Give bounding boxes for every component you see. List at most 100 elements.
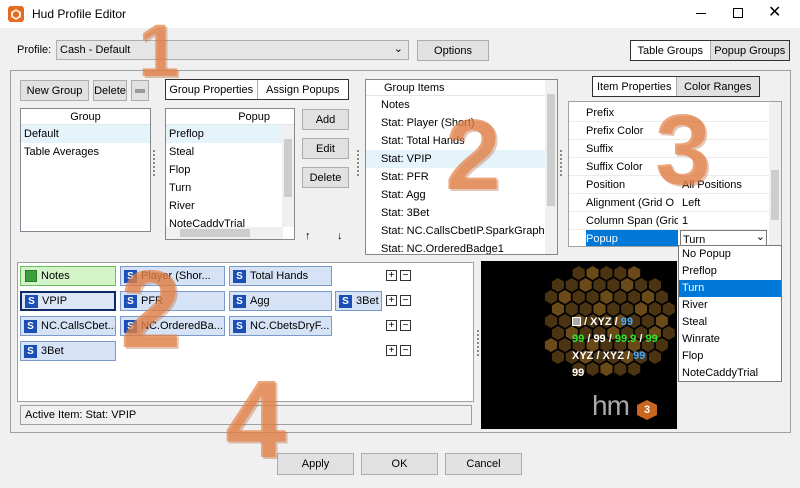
chip-player[interactable]: S Player (Shor...	[120, 266, 225, 286]
dropdown-option[interactable]: Steal	[679, 314, 781, 331]
hex-cell	[648, 350, 661, 364]
group-item-row[interactable]: Stat: 3Bet	[366, 204, 557, 222]
prop-row[interactable]: Position All Positions	[569, 176, 781, 194]
popup-hscrollbar[interactable]	[166, 227, 283, 239]
popup-scrollbar[interactable]	[282, 125, 294, 227]
chip-notes[interactable]: Notes	[20, 266, 116, 286]
group-item-row[interactable]: Stat: VPIP	[366, 150, 557, 168]
group-item-row[interactable]: Stat: Agg	[366, 186, 557, 204]
move-up-icon[interactable]: ↑	[305, 230, 311, 242]
options-button[interactable]: Options	[417, 40, 489, 61]
chip-pfr[interactable]: S PFR	[120, 291, 225, 311]
plus-icon[interactable]: +	[386, 295, 397, 306]
splitter-handle[interactable]	[560, 150, 563, 176]
stat-icon: S	[233, 294, 246, 308]
group-item-default[interactable]: Default	[21, 125, 150, 143]
profile-select[interactable]: Cash - Default ⌄	[56, 40, 409, 60]
group-item-row[interactable]: Stat: NC.CallsCbetIP.SparkGraph	[366, 222, 557, 240]
chip-calls-cbet[interactable]: S NC.CallsCbet...	[20, 316, 116, 336]
close-icon[interactable]: ✕	[768, 5, 782, 21]
splitter-handle[interactable]	[477, 330, 480, 356]
cancel-button[interactable]: Cancel	[445, 453, 522, 475]
stat-icon: S	[339, 294, 352, 308]
chip-cbets-dry[interactable]: S NC.CbetsDryF...	[229, 316, 332, 336]
delete-popup-button[interactable]: Delete	[302, 167, 349, 188]
popup-groups-tab[interactable]: Popup Groups	[709, 41, 789, 60]
hex-cell	[655, 314, 668, 328]
chevron-down-icon: ⌄	[393, 43, 403, 55]
dropdown-option[interactable]: River	[679, 297, 781, 314]
popup-item[interactable]: Steal	[166, 143, 294, 161]
maximize-icon[interactable]	[733, 8, 743, 18]
edit-popup-button[interactable]: Edit	[302, 138, 349, 159]
prop-value[interactable]: Left	[680, 194, 781, 212]
chip-agg[interactable]: S Agg	[229, 291, 332, 311]
chip-3bet[interactable]: S 3Bet	[20, 341, 116, 361]
popup-item[interactable]: River	[166, 197, 294, 215]
chip-total-hands[interactable]: S Total Hands	[229, 266, 332, 286]
plus-icon[interactable]: +	[386, 270, 397, 281]
popup-item[interactable]: Flop	[166, 161, 294, 179]
hex-cell	[600, 266, 613, 280]
group-items-scrollbar[interactable]	[545, 80, 557, 254]
minus-icon[interactable]: −	[400, 295, 411, 306]
plus-icon[interactable]: +	[386, 345, 397, 356]
item-properties-tab[interactable]: Item Properties	[593, 77, 676, 96]
minus-icon[interactable]: −	[400, 320, 411, 331]
prop-row[interactable]: Alignment (Grid O Left	[569, 194, 781, 212]
property-scrollbar[interactable]	[769, 102, 781, 246]
table-groups-tab[interactable]: Table Groups	[631, 41, 710, 60]
color-ranges-tab[interactable]: Color Ranges	[675, 77, 759, 96]
group-item-row[interactable]: Stat: Player (Short)	[366, 114, 557, 132]
eraser-icon[interactable]	[131, 80, 149, 101]
dropdown-option[interactable]: NoteCaddyTrial	[679, 365, 781, 382]
hex-cell	[635, 278, 648, 292]
prop-row[interactable]: Column Span (Grid 1	[569, 212, 781, 230]
hm3-logo: hm 3	[592, 390, 657, 421]
splitter-handle[interactable]	[357, 150, 360, 176]
ok-button[interactable]: OK	[361, 453, 438, 475]
group-column-header: Group	[21, 109, 150, 125]
assign-popups-tab[interactable]: Assign Popups	[256, 80, 348, 99]
minus-icon[interactable]: −	[400, 270, 411, 281]
prop-row[interactable]: Suffix	[569, 140, 781, 158]
chip-ordered-badge[interactable]: S NC.OrderedBa...	[120, 316, 225, 336]
prop-row[interactable]: Suffix Color	[569, 158, 781, 176]
minus-icon[interactable]: −	[400, 345, 411, 356]
hex-cell	[628, 362, 641, 376]
chevron-down-icon[interactable]: ⌄	[756, 230, 765, 243]
chip-3bet-row[interactable]: S 3Bet	[335, 291, 382, 311]
hex-cell	[614, 266, 627, 280]
group-properties-tab[interactable]: Group Properties	[166, 80, 257, 99]
move-down-icon[interactable]: ↓	[337, 230, 343, 242]
group-item-row[interactable]: Stat: PFR	[366, 168, 557, 186]
apply-button[interactable]: Apply	[277, 453, 354, 475]
stat-icon: S	[24, 344, 37, 358]
new-group-button[interactable]: New Group	[20, 80, 89, 101]
chip-vpip[interactable]: S VPIP	[20, 291, 116, 311]
dropdown-option[interactable]: Winrate	[679, 331, 781, 348]
delete-group-button[interactable]: Delete	[93, 80, 127, 101]
prop-row[interactable]: Prefix Color	[569, 122, 781, 140]
add-popup-button[interactable]: Add	[302, 109, 349, 130]
preview-line-3: XYZ / XYZ / 99	[572, 350, 645, 362]
dropdown-option[interactable]: Preflop	[679, 263, 781, 280]
group-item-row[interactable]: Stat: Total Hands	[366, 132, 557, 150]
prop-value[interactable]: All Positions	[680, 176, 781, 194]
group-item-row[interactable]: Notes	[366, 96, 557, 114]
group-item-row[interactable]: Stat: NC.OrderedBadge1	[366, 240, 557, 254]
prop-value[interactable]: 1	[680, 212, 781, 230]
minimize-icon[interactable]	[696, 13, 706, 14]
hex-cell	[544, 290, 558, 304]
dropdown-option[interactable]: Turn	[679, 280, 781, 297]
dropdown-option[interactable]: Flop	[679, 348, 781, 365]
popup-item[interactable]: Preflop	[166, 125, 294, 143]
group-item-table-averages[interactable]: Table Averages	[21, 143, 150, 161]
hex-cell	[648, 302, 661, 316]
splitter-handle[interactable]	[153, 150, 156, 176]
dropdown-option[interactable]: No Popup	[679, 246, 781, 263]
popup-item[interactable]: Turn	[166, 179, 294, 197]
prop-row[interactable]: Prefix	[569, 104, 781, 122]
plus-icon[interactable]: +	[386, 320, 397, 331]
preview-sep: /	[639, 333, 643, 345]
